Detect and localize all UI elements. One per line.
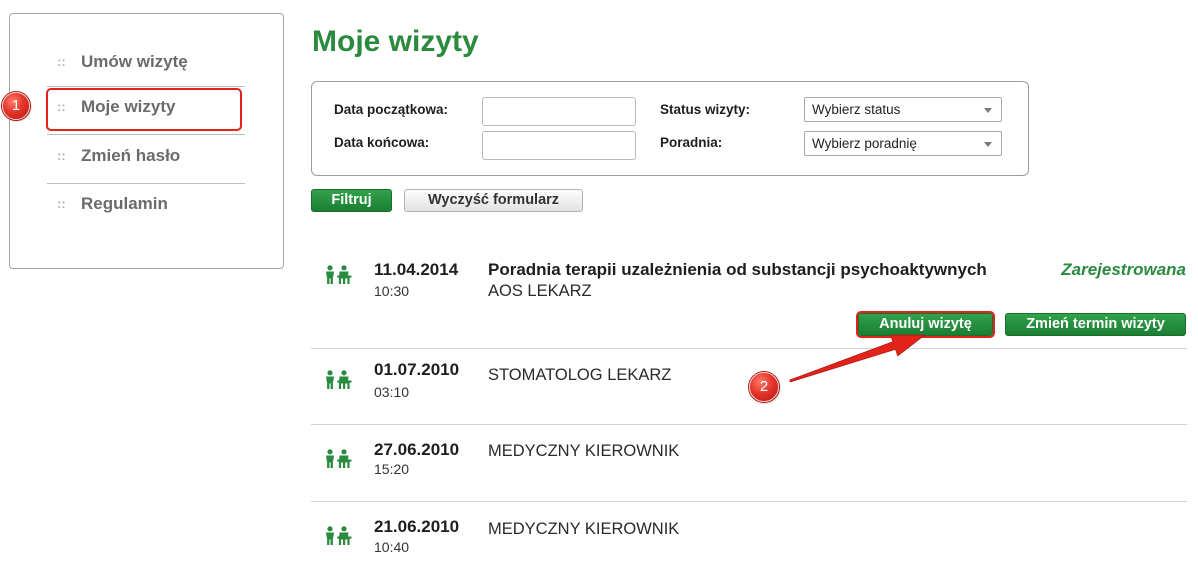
select-value: Wybierz status [812,102,901,117]
page-title: Moje wizyty [312,25,479,58]
start-date-input[interactable] [482,97,636,126]
people-icon [325,449,352,468]
sidebar-bullet: :: [57,196,66,211]
clinic-label: Poradnia: [660,135,723,150]
visit-doctor: MEDYCZNY KIEROWNIK [488,442,680,460]
clear-form-button[interactable]: Wyczyść formularz [404,189,583,212]
filter-button[interactable]: Filtruj [311,189,392,212]
end-date-input[interactable] [482,131,636,160]
sidebar-item-label: Umów wizytę [81,52,188,71]
start-date-label: Data początkowa: [334,102,449,117]
sidebar-item-umow-wizyte[interactable]: :: Umów wizytę [47,42,245,82]
chevron-down-icon [984,108,992,113]
sidebar-bullet: :: [57,148,66,163]
sidebar-item-label: Regulamin [81,194,168,213]
visit-time: 10:30 [374,283,410,299]
cancel-visit-button[interactable]: Anuluj wizytę [858,313,993,336]
visit-date: 01.07.2010 [374,360,460,379]
people-icon [325,526,352,545]
sidebar-item-zmien-haslo[interactable]: :: Zmień hasło [47,136,245,176]
sidebar-divider [47,134,245,135]
sidebar-item-regulamin[interactable]: :: Regulamin [47,184,245,224]
annotation-badge: 2 [749,372,779,402]
visit-status: Zarejestrowana [1061,260,1186,279]
visit-doctor: AOS LEKARZ [488,282,592,300]
visit-time: 15:20 [374,461,410,477]
people-icon [325,265,352,284]
visit-clinic: Poradnia terapii uzależnienia od substan… [488,260,987,279]
visit-doctor: MEDYCZNY KIEROWNIK [488,520,680,538]
reschedule-visit-button[interactable]: Zmień termin wizyty [1005,313,1186,336]
status-select[interactable]: Wybierz status [804,97,1002,122]
visit-time: 10:40 [374,539,410,555]
chevron-down-icon [984,142,992,147]
sidebar-item-label: Moje wizyty [81,97,176,116]
sidebar-item-label: Zmień hasło [81,146,181,165]
sidebar-bullet: :: [57,99,66,114]
clinic-select[interactable]: Wybierz poradnię [804,131,1002,156]
filter-form: Data początkowa: Data końcowa: Status wi… [311,81,1029,176]
sidebar-bullet: :: [57,54,66,69]
visit-row: 27.06.2010 15:20 MEDYCZNY KIEROWNIK [311,425,1187,502]
visit-doctor: STOMATOLOG LEKARZ [488,366,672,384]
sidebar: :: Umów wizytę :: Moje wizyty :: Zmień h… [9,13,284,269]
visit-row: 11.04.2014 10:30 Poradnia terapii uzależ… [311,250,1187,349]
annotation-badge: 1 [2,92,30,120]
visit-date: 21.06.2010 [374,517,460,536]
visit-row: 21.06.2010 10:40 MEDYCZNY KIEROWNIK [311,502,1187,561]
sidebar-item-moje-wizyty[interactable]: :: Moje wizyty [47,87,245,127]
visit-list: 11.04.2014 10:30 Poradnia terapii uzależ… [311,250,1187,561]
visit-time: 03:10 [374,384,410,400]
visit-date: 11.04.2014 [374,260,459,279]
status-label: Status wizyty: [660,102,751,117]
end-date-label: Data końcowa: [334,135,430,150]
select-value: Wybierz poradnię [812,136,917,151]
people-icon [325,370,352,389]
